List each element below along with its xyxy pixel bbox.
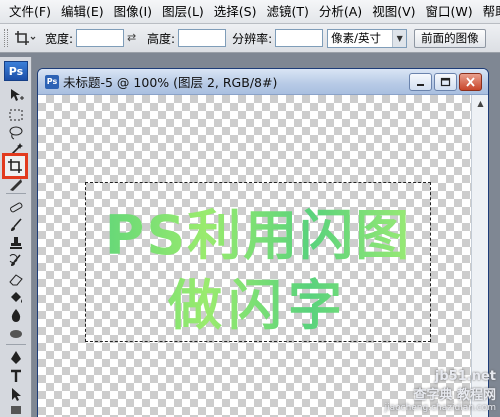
history-brush-icon [9,254,21,266]
menu-layer[interactable]: 图层(L) [157,2,209,22]
width-input[interactable] [76,29,125,47]
clone-stamp-icon [10,237,22,249]
toolbox-divider [6,193,26,194]
resolution-label: 分辨率: [232,31,273,46]
scroll-up-icon[interactable]: ▲ [473,96,488,111]
document-icon: Ps [45,74,59,89]
resolution-unit-value: 像素/英寸 [331,31,382,45]
crop-icon [8,159,22,173]
crop-icon [15,31,36,45]
menu-filter[interactable]: 滤镜(T) [261,2,313,22]
blur-icon [11,309,21,322]
menu-select[interactable]: 选择(S) [209,2,262,22]
move-tool[interactable] [5,85,27,105]
marquee-icon [9,109,23,121]
minimize-icon [417,84,424,86]
close-icon [466,77,475,87]
minimize-button[interactable] [409,73,432,91]
clone-stamp-tool[interactable] [5,233,27,253]
marquee-tool[interactable] [5,105,27,125]
menu-view[interactable]: 视图(V) [367,2,420,22]
resolution-input[interactable] [275,29,324,47]
watermark: jb51.net 查字典 教程网 jiaocheng.chazidian.com [385,369,496,413]
document-title: 未标题-5 @ 100% (图层 2, RGB/8#) [63,75,278,90]
move-icon [11,89,24,101]
shape-icon [11,406,21,414]
document-window: Ps 未标题-5 @ 100% (图层 2, RGB/8#) PS利用闪图 做闪… [37,68,489,417]
menu-edit[interactable]: 编辑(E) [56,2,109,22]
paint-bucket-tool[interactable] [5,287,27,307]
close-button[interactable] [459,73,482,91]
type-tool[interactable] [5,366,27,386]
options-grip[interactable] [4,29,8,47]
swap-icon[interactable]: ⇄ [127,32,139,44]
art-text-line2: 做闪字 [86,261,430,340]
healing-icon [10,202,23,213]
window-controls [409,73,482,91]
front-image-button[interactable]: 前面的图像 [414,28,486,48]
history-brush-tool[interactable] [5,251,27,271]
watermark-url: jiaocheng.chazidian.com [384,403,496,413]
slice-icon [10,179,22,191]
shape-tool[interactable] [5,400,27,417]
brush-tool[interactable] [5,215,27,235]
resolution-unit-select[interactable]: 像素/英寸 ▼ [327,28,408,48]
menu-file[interactable]: 文件(F) [4,2,56,22]
dodge-tool[interactable] [5,323,27,343]
healing-tool[interactable] [5,197,27,217]
type-icon [11,369,21,382]
pen-icon [11,351,21,364]
eraser-tool[interactable] [5,269,27,289]
selection-marquee[interactable]: PS利用闪图 做闪字 [85,182,431,342]
brush-icon [11,218,22,231]
blur-tool[interactable] [5,305,27,325]
ps-logo: Ps [4,61,28,81]
tool-preset-picker[interactable] [11,28,39,48]
menu-help[interactable]: 帮助 [478,2,500,22]
maximize-button[interactable] [434,73,457,91]
eraser-icon [9,274,23,286]
maximize-icon [440,77,451,87]
pen-tool[interactable] [5,348,27,368]
width-label: 宽度: [45,31,74,46]
menu-window[interactable]: 窗口(W) [421,2,478,22]
slice-tool[interactable] [5,175,27,195]
height-input[interactable] [178,29,227,47]
height-label: 高度: [147,31,176,46]
document-titlebar[interactable]: Ps 未标题-5 @ 100% (图层 2, RGB/8#) [38,69,488,95]
options-bar: 宽度: ⇄ 高度: 分辨率: 像素/英寸 ▼ 前面的图像 [0,24,500,53]
menu-analysis[interactable]: 分析(A) [314,2,367,22]
watermark-site-short: jb51.net [434,369,496,384]
menu-bar: 文件(F) 编辑(E) 图像(I) 图层(L) 选择(S) 滤镜(T) 分析(A… [0,0,500,24]
art-text-line1: PS利用闪图 [86,191,430,270]
menu-image[interactable]: 图像(I) [109,2,157,22]
paint-bucket-icon [11,292,22,303]
toolbox-divider [6,344,26,345]
watermark-site: 查字典 教程网 [413,388,496,403]
dodge-icon [10,330,22,338]
toolbox: Ps [0,57,32,417]
chevron-down-icon: ▼ [392,29,407,47]
